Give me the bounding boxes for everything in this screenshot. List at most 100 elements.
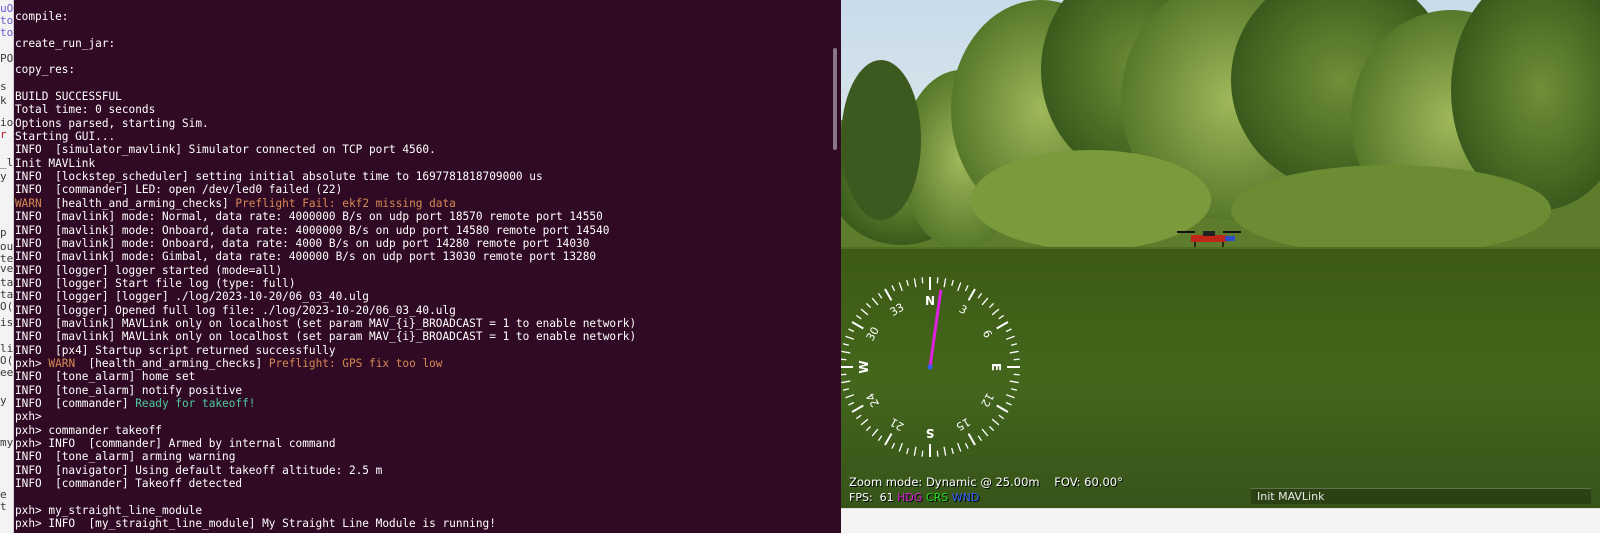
terminal-text: pxh> commander takeoff — [15, 423, 162, 437]
editor-text-fragment: ee — [0, 366, 14, 379]
terminal-text: [health_and_arming_checks] — [88, 356, 269, 370]
terminal-text: compile: — [15, 10, 69, 23]
compass-tick — [841, 373, 847, 376]
compass-tick — [921, 450, 924, 457]
terminal-line: INFO [mavlink] MAVLink only on localhost… — [15, 317, 829, 330]
editor-text-fragment: my — [0, 436, 14, 449]
terminal-text: INFO [commander] LED: open /dev/led0 fai… — [15, 183, 343, 197]
terminal-text: pxh> INFO [my_straight_line_module] My S… — [15, 517, 496, 531]
compass-tick — [841, 358, 847, 361]
terminal-text: INFO [mavlink] mode: Onboard, data rate:… — [15, 236, 590, 250]
terminal-text: INFO [mavlink] mode: Gimbal, data rate: … — [15, 250, 597, 264]
editor-text-fragment: _l — [0, 156, 14, 169]
terminal-line: pxh> INFO [my_straight_line_module] My S… — [15, 517, 829, 530]
compass-rose: NESW36121521243033 — [841, 277, 1020, 457]
terminal-line: Init MAVLink — [15, 157, 829, 170]
terminal-text: INFO [tone_alarm] arming warning — [15, 450, 236, 464]
terminal-line: INFO [px4] Startup script returned succe… — [15, 344, 829, 357]
terminal-line: INFO [mavlink] mode: Gimbal, data rate: … — [15, 250, 829, 263]
editor-text-fragment: ve — [0, 262, 14, 275]
terminal-line: INFO [commander] LED: open /dev/led0 fai… — [15, 183, 829, 196]
terminal-line: WARN [health_and_arming_checks] Prefligh… — [15, 197, 829, 210]
terminal-text: Preflight Fail: ekf2 missing data — [235, 196, 456, 210]
zoom-fov-readout: Zoom mode: Dynamic @ 25.00m FOV: 60.00° — [849, 475, 1123, 489]
terminal-text: INFO [tone_alarm] notify positive — [15, 383, 243, 397]
terminal-text: INFO [mavlink] MAVLink only on localhost… — [15, 316, 637, 330]
terminal-text: Starting GUI... — [15, 130, 116, 144]
terminal-line: Starting GUI... — [15, 130, 829, 143]
compass-cardinal-label: S — [926, 426, 935, 440]
compass-cardinal-label: W — [857, 360, 871, 373]
wnd-legend: WND — [951, 491, 980, 504]
terminal-line: pxh> INFO [commander] Armed by internal … — [15, 437, 829, 450]
compass-tick — [1013, 358, 1020, 361]
terminal-text: INFO [commander] Takeoff detected — [15, 477, 243, 491]
terminal-line: INFO [navigator] Using default takeoff a… — [15, 464, 829, 477]
terminal-line: pxh> — [15, 410, 829, 423]
terminal-line: INFO [logger] [logger] ./log/2023-10-20/… — [15, 290, 829, 303]
terminal-line: create_run_jar: — [15, 37, 829, 50]
terminal-text: INFO [logger] logger started (mode=all) — [15, 263, 283, 277]
editor-text-fragment: O( — [0, 300, 14, 313]
terminal-text: pxh> — [15, 356, 49, 370]
terminal-scrollbar[interactable] — [833, 48, 837, 150]
compass-cardinal-label: E — [989, 363, 1003, 371]
terminal-text: Options parsed, starting Sim. — [15, 116, 209, 130]
terminal-line: INFO [commander] Ready for takeoff! — [15, 397, 829, 410]
terminal-text: INFO [logger] Start file log (type: full… — [15, 276, 296, 290]
terminal-line: Options parsed, starting Sim. — [15, 117, 829, 130]
terminal-line: BUILD SUCCESSFUL — [15, 90, 829, 103]
terminal-line: INFO [mavlink] mode: Onboard, data rate:… — [15, 224, 829, 237]
terminal-text: Ready for takeoff! — [135, 396, 256, 410]
terminal-line: copy_res: — [15, 63, 829, 76]
terminal-line: INFO [commander] Takeoff detected — [15, 477, 829, 490]
hdg-legend: HDG — [897, 491, 923, 504]
terminal-text: INFO [tone_alarm] home set — [15, 370, 196, 384]
terminal-line: pxh> WARN [health_and_arming_checks] Pre… — [15, 357, 829, 370]
terminal-text: Preflight: GPS fix too low — [268, 356, 443, 370]
terminal-text: pxh> my_straight_line_module — [15, 503, 203, 517]
terminal-window[interactable]: compile: create_run_jar: copy_res: BUILD SU… — [14, 0, 841, 533]
terminal-line: INFO [logger] Opened full log file: ./lo… — [15, 304, 829, 317]
editor-text-fragment: PO — [0, 52, 14, 65]
compass-cardinal-label: N — [925, 294, 935, 308]
editor-text-fragment: k — [0, 94, 7, 107]
terminal-line: INFO [mavlink] MAVLink only on localhost… — [15, 330, 829, 343]
terminal-text: INFO [mavlink] mode: Onboard, data rate:… — [15, 223, 610, 237]
terminal-line: INFO [simulator_mavlink] Simulator conne… — [15, 143, 829, 156]
editor-text-fragment: t — [0, 500, 7, 513]
editor-text-fragment: p — [0, 226, 7, 239]
terminal-text: INFO [lockstep_scheduler] setting initia… — [15, 170, 543, 184]
terminal-line: INFO [logger] Start file log (type: full… — [15, 277, 829, 290]
ground — [841, 248, 1600, 508]
simulator-viewport[interactable]: N E S W 3 6 12 15 21 24 30 33 Zoom mode: Dynamic @ … — [841, 0, 1600, 508]
terminal-text: INFO [logger] [logger] ./log/2023-10-20/… — [15, 290, 369, 304]
terminal-line: INFO [tone_alarm] home set — [15, 370, 829, 383]
terminal-line: pxh> my_straight_line_module — [15, 504, 829, 517]
terminal-text: [health_and_arming_checks] — [55, 196, 236, 210]
terminal-line: Total time: 0 seconds — [15, 103, 829, 116]
terminal-line: INFO [tone_alarm] notify positive — [15, 384, 829, 397]
terminal-text: WARN — [15, 196, 56, 210]
terminal-line: INFO [lockstep_scheduler] setting initia… — [15, 170, 829, 183]
terminal-output: compile: create_run_jar: copy_res: BUILD SU… — [15, 10, 829, 530]
terminal-line: INFO [mavlink] mode: Onboard, data rate:… — [15, 237, 829, 250]
terminal-text: INFO [simulator_mavlink] Simulator conne… — [15, 143, 436, 157]
editor-text-fragment: y — [0, 170, 7, 183]
crs-legend: CRS — [925, 491, 949, 504]
terminal-text: INFO [navigator] Using default takeoff a… — [15, 463, 383, 477]
terminal-line: INFO [logger] logger started (mode=all) — [15, 264, 829, 277]
terminal-line: compile: — [15, 10, 829, 23]
terminal-text: INFO [px4] Startup script returned succe… — [15, 343, 336, 357]
terminal-text: copy_res: — [15, 63, 76, 77]
simulator-scene: NESW36121521243033 — [841, 0, 1600, 508]
terminal-text: WARN — [48, 356, 89, 370]
editor-text-fragment: to — [0, 26, 14, 39]
editor-text-fragment: r — [0, 128, 7, 141]
terminal-text: pxh> — [15, 410, 42, 424]
terminal-text: create_run_jar: — [15, 36, 116, 50]
